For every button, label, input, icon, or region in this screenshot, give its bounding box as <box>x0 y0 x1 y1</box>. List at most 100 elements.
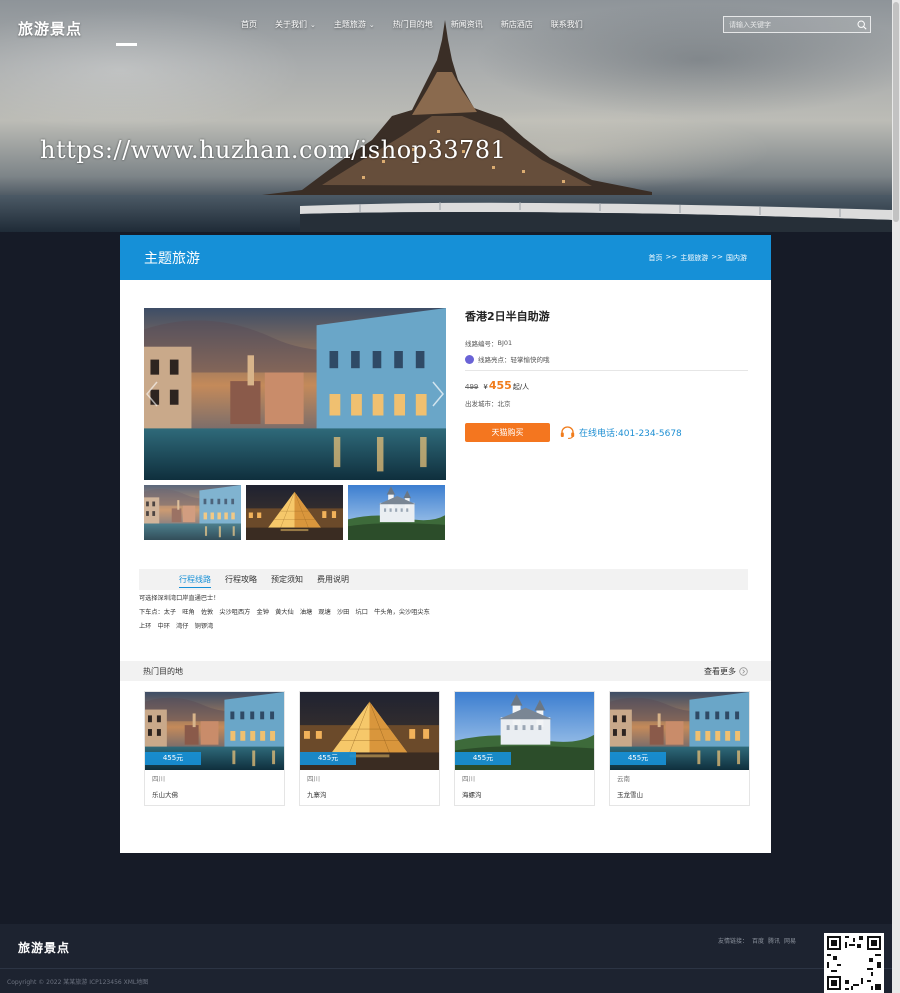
site-footer: 旅游景点 友情链接： 百度 腾讯 网易 Copyright © 2022 某某旅… <box>0 924 892 993</box>
search-icon[interactable] <box>854 17 870 32</box>
hot-destinations-header: 热门目的地 查看更多 <box>120 661 771 681</box>
thumbnail-castle[interactable] <box>348 485 445 540</box>
route-code-value: BJ01 <box>497 339 513 347</box>
destination-name: 乐山大佛 <box>152 791 178 799</box>
chevron-down-icon: ⌄ <box>368 20 375 29</box>
destination-name: 海螺沟 <box>462 791 482 799</box>
nav-item-label: 新店酒店 <box>500 20 533 29</box>
description-line: 可选择深圳湾口岸直通巴士！ <box>139 595 220 602</box>
footer-logo[interactable]: 旅游景点 <box>18 939 70 956</box>
online-phone-label: 在线电话:401-234-5678 <box>579 429 682 439</box>
watermark-text: https://www.huzhan.com/ishop33781 <box>40 136 507 164</box>
depart-city: 出发城市：北京 <box>465 398 748 408</box>
destination-card[interactable]: 455元 四川 海螺沟 <box>454 691 595 806</box>
tab-guide[interactable]: 行程攻略 <box>218 569 264 590</box>
scrollbar-thumb[interactable] <box>893 2 899 222</box>
price-unit: 起/人 <box>512 383 530 391</box>
friend-link-tencent[interactable]: 腾讯 <box>768 936 780 945</box>
online-phone[interactable]: 在线电话:401-234-5678 <box>560 426 682 439</box>
tab-fees[interactable]: 费用说明 <box>310 569 356 590</box>
destination-image: 455元 <box>455 692 594 770</box>
hot-destinations-list: 455元 四川 乐山大佛 455元 四川 九寨沟 455元 四川 海螺沟 455… <box>144 691 750 806</box>
breadcrumb-separator: >> <box>665 252 678 261</box>
price-tag: 455元 <box>300 752 356 765</box>
product-actions: 天猫购买 在线电话:401-234-5678 <box>465 423 748 442</box>
hero-banner: 旅游景点 首页 关于我们 ⌄ 主题旅游 ⌄ 热门目的地 新闻资讯 新店酒店 联系我们… <box>0 0 892 232</box>
main-nav: 首页 关于我们 ⌄ 主题旅游 ⌄ 热门目的地 新闻资讯 新店酒店 联系我们 <box>232 19 592 30</box>
nav-item-hotels[interactable]: 新店酒店 <box>492 19 542 30</box>
product-name: 香港2日半自助游 <box>465 310 550 323</box>
sale-price: 455 <box>488 379 512 392</box>
highlight-dot-icon <box>465 354 474 364</box>
content-card: 主题旅游 首页 >> 主题旅游 >> 国内游 香港2日半自助游 线路编号： BJ… <box>120 235 771 853</box>
chevron-right-icon[interactable] <box>430 379 446 409</box>
thumbnail-louvre[interactable] <box>246 485 343 540</box>
destination-image: 455元 <box>300 692 439 770</box>
nav-item-hot-destinations[interactable]: 热门目的地 <box>384 19 442 30</box>
price-row: 499 ¥ 455 起/人 <box>465 379 748 392</box>
view-more-link[interactable]: 查看更多 <box>704 666 748 677</box>
site-logo[interactable]: 旅游景点 <box>18 18 82 39</box>
nav-item-label: 主题旅游 <box>333 20 366 29</box>
depart-city-value: 北京 <box>497 400 511 408</box>
destination-card[interactable]: 455元 四川 乐山大佛 <box>144 691 285 806</box>
nav-item-about[interactable]: 关于我们 ⌄ <box>266 19 325 30</box>
route-highlight-label: 线路亮点： <box>478 356 511 364</box>
breadcrumb: 首页 >> 主题旅游 >> 国内游 <box>649 253 747 263</box>
route-highlight-value: 轻掌愉快的哦 <box>510 356 550 364</box>
buy-button[interactable]: 天猫购买 <box>465 423 550 442</box>
search-input[interactable] <box>724 20 854 29</box>
page-scrollbar[interactable] <box>892 0 900 993</box>
copyright-text: Copyright © 2022 某某旅游 ICP123456 XML地图 <box>7 979 149 986</box>
nav-item-label: 新闻资讯 <box>450 20 483 29</box>
thumbnail-strip <box>144 485 446 540</box>
currency-symbol: ¥ <box>483 383 488 391</box>
qr-code-icon <box>824 933 884 993</box>
tab-booking-notes[interactable]: 预定须知 <box>264 569 310 590</box>
venice-thumb-image <box>144 485 241 540</box>
main-photo <box>144 308 446 480</box>
destination-card[interactable]: 455元 四川 九寨沟 <box>299 691 440 806</box>
breadcrumb-domestic[interactable]: 国内游 <box>726 253 747 263</box>
nav-active-indicator <box>116 43 137 46</box>
product-gallery <box>144 308 446 540</box>
tab-itinerary[interactable]: 行程线路 <box>172 569 218 590</box>
louvre-thumb-image <box>246 485 343 540</box>
nav-item-label: 关于我们 <box>275 20 307 29</box>
friend-links: 友情链接： 百度 腾讯 网易 <box>718 936 796 945</box>
breadcrumb-theme-tours[interactable]: 主题旅游 <box>680 253 708 263</box>
route-code-label: 线路编号： <box>465 340 498 348</box>
friend-link-baidu[interactable]: 百度 <box>752 936 764 945</box>
search-box <box>723 16 871 33</box>
nav-item-label: 热门目的地 <box>392 20 433 29</box>
route-code: 线路编号： BJ01 <box>465 338 748 348</box>
destination-region: 四川 <box>307 775 320 783</box>
destination-region: 四川 <box>152 775 165 783</box>
description-line: 上环 中环 湾仔 铜锣湾 <box>139 623 214 630</box>
friend-links-label: 友情链接： <box>718 938 749 945</box>
destination-image: 455元 <box>145 692 284 770</box>
price-tag: 455元 <box>455 752 511 765</box>
nav-item-theme-tours[interactable]: 主题旅游 ⌄ <box>325 19 384 30</box>
headset-icon <box>560 426 575 439</box>
page-title: 主题旅游 <box>144 250 200 267</box>
price-tag: 455元 <box>610 752 666 765</box>
chevron-left-icon[interactable] <box>144 379 160 409</box>
price-tag: 455元 <box>145 752 201 765</box>
depart-city-label: 出发城市： <box>465 400 498 408</box>
view-more-label: 查看更多 <box>704 666 736 676</box>
route-highlight: 线路亮点： 轻掌愉快的哦 <box>465 354 748 364</box>
divider <box>0 968 892 969</box>
description-line: 下车点：太子 旺角 佐敦 尖沙咀西方 金钟 黄大仙 油塘 观塘 沙田 坑口 牛头… <box>139 609 430 616</box>
causeway-road <box>300 202 892 232</box>
thumbnail-venice[interactable] <box>144 485 241 540</box>
destination-card[interactable]: 455元 云南 玉龙雪山 <box>609 691 750 806</box>
original-price: 499 <box>465 383 479 391</box>
nav-item-news[interactable]: 新闻资讯 <box>442 19 492 30</box>
nav-item-contact[interactable]: 联系我们 <box>542 19 592 30</box>
friend-link-netease[interactable]: 网易 <box>784 936 796 945</box>
castle-illustration <box>262 20 652 210</box>
nav-item-home[interactable]: 首页 <box>232 19 266 30</box>
breadcrumb-home[interactable]: 首页 <box>649 253 663 263</box>
destination-name: 九寨沟 <box>307 791 327 799</box>
